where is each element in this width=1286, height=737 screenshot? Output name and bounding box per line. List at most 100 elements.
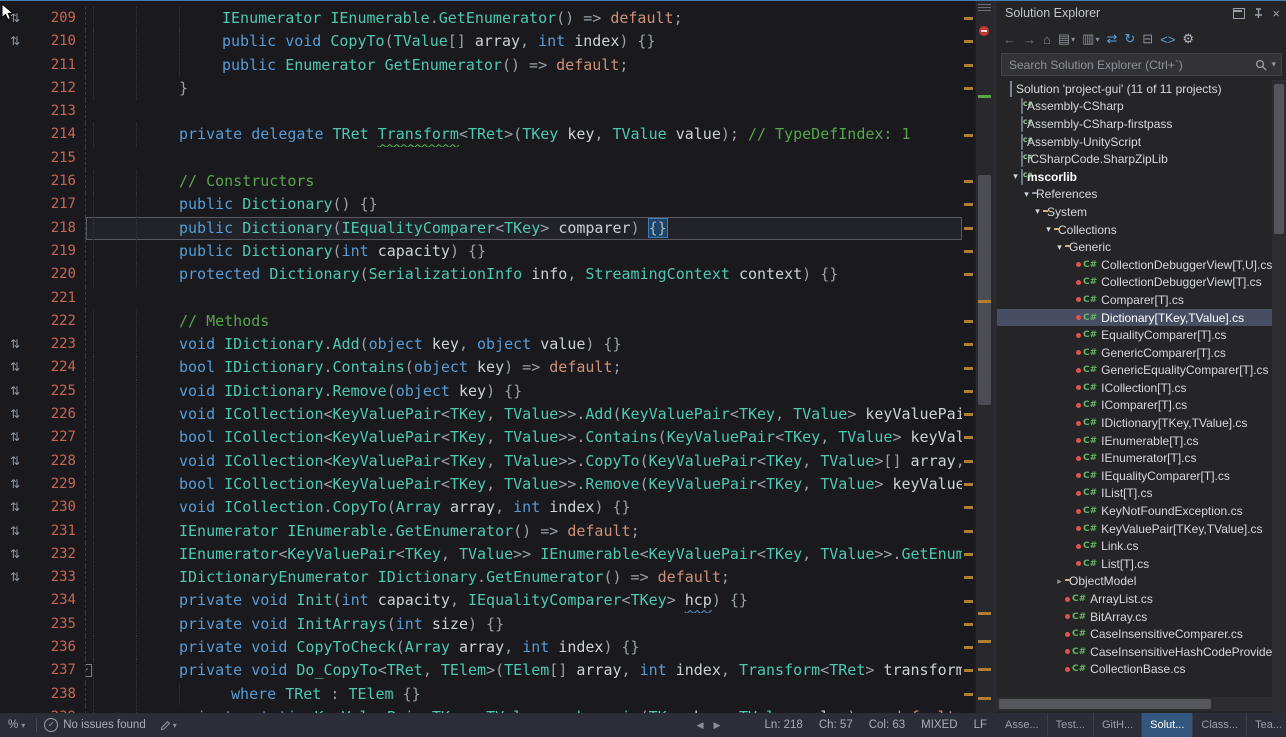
issues-status[interactable]: No issues found <box>63 719 145 731</box>
line-number[interactable]: 223 <box>30 333 85 356</box>
code-line-content[interactable] <box>85 287 962 310</box>
code-line-content[interactable]: void ICollection.CopyTo(Array array, int… <box>85 496 962 519</box>
code-line-content[interactable]: private void CopyToCheck(Array array, in… <box>85 636 962 659</box>
fold-collapse-icon[interactable]: − <box>85 664 92 677</box>
tree-item-dictionary-tkey-tvalue-cs[interactable]: C#Dictionary[TKey,TValue].cs <box>997 309 1272 327</box>
collapse-all-icon[interactable]: ⊟ <box>1139 29 1156 49</box>
reference-indicator-icon[interactable]: ⇅ <box>0 380 30 403</box>
code-line-content[interactable]: bool ICollection<KeyValuePair<TKey, TVal… <box>85 473 962 496</box>
code-line-content[interactable]: IEnumerator IEnumerable.GetEnumerator() … <box>85 520 962 543</box>
code-line[interactable]: ⇅232IEnumerator<KeyValuePair<TKey, TValu… <box>0 543 962 566</box>
line-number[interactable]: 230 <box>30 496 85 519</box>
code-line[interactable]: ⇅230void ICollection.CopyTo(Array array,… <box>0 496 962 519</box>
line-number[interactable]: 212 <box>30 77 85 100</box>
code-line[interactable]: 218public Dictionary(IEqualityComparer<T… <box>0 217 962 240</box>
chevron-down-icon[interactable]: ▾ <box>1043 224 1054 235</box>
tree-vertical-scrollbar[interactable] <box>1272 80 1286 697</box>
line-number[interactable]: 210 <box>30 30 85 53</box>
code-line[interactable]: 222// Methods <box>0 310 962 333</box>
reference-indicator-icon[interactable]: ⇅ <box>0 30 30 53</box>
code-line-content[interactable]: } <box>85 77 962 100</box>
tree-horizontal-scrollbar[interactable] <box>997 697 1272 711</box>
code-line-content[interactable]: public Enumerator GetEnumerator() => def… <box>85 54 962 77</box>
code-line[interactable]: 217public Dictionary() {} <box>0 193 962 216</box>
annotation-tool[interactable]: ▾ <box>160 720 177 731</box>
code-line-content[interactable]: private static KeyValuePair<TKey, TValue… <box>85 706 962 713</box>
tree-item-bitarray-cs[interactable]: C#BitArray.cs <box>997 608 1272 626</box>
tree-item-collections[interactable]: ▾Collections <box>997 221 1272 239</box>
editor-vertical-scrollbar[interactable] <box>975 0 993 713</box>
line-number[interactable]: 222 <box>30 310 85 333</box>
tool-tab-tea[interactable]: Tea... <box>1247 713 1286 737</box>
line-number[interactable]: 232 <box>30 543 85 566</box>
selected-code-line-content[interactable]: public Dictionary(IEqualityComparer<TKey… <box>85 217 962 240</box>
tool-tab-asse[interactable]: Asse... <box>997 713 1048 737</box>
tree-item-mscorlib[interactable]: ▾mscorlib <box>997 168 1272 186</box>
encoding-indicator[interactable]: MIXED <box>921 719 957 731</box>
tree-item-keynotfoundexception-cs[interactable]: C#KeyNotFoundException.cs <box>997 502 1272 520</box>
tree-item-genericequalitycomparer-t-cs[interactable]: C#GenericEqualityComparer[T].cs <box>997 362 1272 380</box>
tree-item-keyvaluepair-tkey-tvalue-cs[interactable]: C#KeyValuePair[TKey,TValue].cs <box>997 520 1272 538</box>
code-line[interactable]: ⇅229bool ICollection<KeyValuePair<TKey, … <box>0 473 962 496</box>
reference-indicator-icon[interactable]: ⇅ <box>0 520 30 543</box>
code-line[interactable]: ⇅223void IDictionary.Add(object key, obj… <box>0 333 962 356</box>
code-line-content[interactable]: void IDictionary.Remove(object key) {} <box>85 380 962 403</box>
code-line[interactable]: 213 <box>0 100 962 123</box>
code-line[interactable]: ⇅209IEnumerator IEnumerable.GetEnumerato… <box>0 7 962 30</box>
code-line[interactable]: 212} <box>0 77 962 100</box>
line-number[interactable]: 217 <box>30 193 85 216</box>
line-number[interactable]: 238 <box>30 683 85 706</box>
line-number[interactable]: 220 <box>30 263 85 286</box>
code-line-content[interactable]: bool IDictionary.Contains(object key) =>… <box>85 356 962 379</box>
code-line-content[interactable]: void ICollection<KeyValuePair<TKey, TVal… <box>85 450 962 473</box>
line-number[interactable]: 215 <box>30 147 85 170</box>
code-line-content[interactable]: IEnumerator IEnumerable.GetEnumerator() … <box>85 7 962 30</box>
code-line-content[interactable]: private void Do_CopyTo<TRet, TElem>(TEle… <box>85 659 962 682</box>
code-line[interactable]: ⇅225void IDictionary.Remove(object key) … <box>0 380 962 403</box>
line-number[interactable]: 219 <box>30 240 85 263</box>
code-line[interactable]: 216// Constructors <box>0 170 962 193</box>
line-number[interactable]: 228 <box>30 450 85 473</box>
code-editor[interactable]: ⇅209IEnumerator IEnumerable.GetEnumerato… <box>0 0 993 713</box>
nav-next-icon[interactable]: ▶ <box>714 720 721 731</box>
code-line-content[interactable]: // Constructors <box>85 170 962 193</box>
tool-tab-class[interactable]: Class... <box>1193 713 1247 737</box>
tree-item-icollection-t-cs[interactable]: C#ICollection[T].cs <box>997 379 1272 397</box>
code-line[interactable]: 239private static KeyValuePair<TKey, TVa… <box>0 706 962 713</box>
code-line-content[interactable]: public Dictionary(int capacity) {} <box>85 240 962 263</box>
line-indicator[interactable]: Ln: 218 <box>764 719 802 731</box>
code-line[interactable]: 235private void InitArrays(int size) {} <box>0 613 962 636</box>
line-number[interactable]: 211 <box>30 54 85 77</box>
reference-indicator-icon[interactable]: ⇅ <box>0 473 30 496</box>
tree-item-idictionary-tkey-tvalue-cs[interactable]: C#IDictionary[TKey,TValue].cs <box>997 414 1272 432</box>
panel-title-bar[interactable]: Solution Explorer × <box>997 0 1286 26</box>
back-icon[interactable]: ← <box>1000 29 1019 49</box>
search-options-caret-icon[interactable]: ▾ <box>1271 59 1276 70</box>
code-line-content[interactable]: IEnumerator<KeyValuePair<TKey, TValue>> … <box>85 543 962 566</box>
code-line[interactable]: 211public Enumerator GetEnumerator() => … <box>0 54 962 77</box>
line-number[interactable]: 213 <box>30 100 85 123</box>
search-input[interactable]: Search Solution Explorer (Ctrl+`) ▾ <box>1001 53 1282 76</box>
tree-item-solution-project-gui-11-of-11-projects[interactable]: Solution 'project-gui' (11 of 11 project… <box>997 80 1272 98</box>
nav-prev-icon[interactable]: ◀ <box>697 720 704 731</box>
tool-tab-test[interactable]: Test... <box>1048 713 1094 737</box>
tree-item-ienumerator-t-cs[interactable]: C#IEnumerator[T].cs <box>997 449 1272 467</box>
properties-icon[interactable]: ⚙ <box>1179 29 1197 49</box>
tree-item-assembly-csharp-firstpass[interactable]: Assembly-CSharp-firstpass <box>997 115 1272 133</box>
scrollbar-thumb[interactable] <box>978 175 991 405</box>
code-line[interactable]: 238 where TRet : TElem {} <box>0 683 962 706</box>
code-line[interactable]: ⇅210public void CopyTo(TValue[] array, i… <box>0 30 962 53</box>
line-number[interactable]: 221 <box>30 287 85 310</box>
tree-item-assembly-unityscript[interactable]: Assembly-UnityScript <box>997 133 1272 151</box>
tree-item-arraylist-cs[interactable]: C#ArrayList.cs <box>997 590 1272 608</box>
code-line[interactable]: 234private void Init(int capacity, IEqua… <box>0 589 962 612</box>
tree-item-assembly-csharp[interactable]: Assembly-CSharp <box>997 98 1272 116</box>
home-icon[interactable]: ⌂ <box>1040 29 1054 49</box>
line-number[interactable]: 229 <box>30 473 85 496</box>
code-line-content[interactable]: private void Init(int capacity, IEqualit… <box>85 589 962 612</box>
tree-item-collectionbase-cs[interactable]: C#CollectionBase.cs <box>997 661 1272 679</box>
tree-item-iequalitycomparer-t-cs[interactable]: C#IEqualityComparer[T].cs <box>997 467 1272 485</box>
tree-item-ilist-t-cs[interactable]: C#IList[T].cs <box>997 485 1272 503</box>
code-line-content[interactable]: // Methods <box>85 310 962 333</box>
scrollbar-thumb[interactable] <box>999 699 1211 709</box>
